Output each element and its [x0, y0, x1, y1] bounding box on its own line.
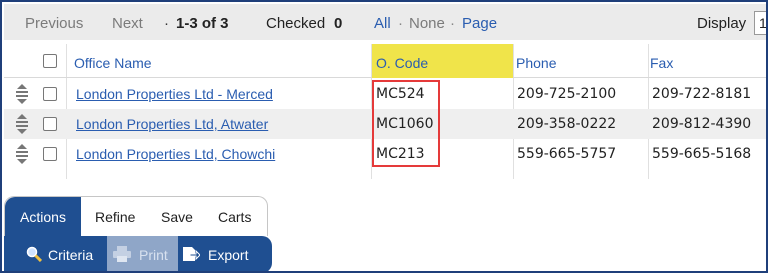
column-header-office-name[interactable]: Office Name: [74, 44, 152, 78]
office-name-link[interactable]: London Properties Ltd - Merced: [76, 86, 273, 102]
table-header: Office Name O. Code Phone Fax: [4, 44, 766, 78]
results-panel: Previous Next · 1-3 of 3 Checked 0 All ·…: [0, 0, 768, 273]
column-header-fax[interactable]: Fax: [649, 44, 673, 78]
next-link[interactable]: Next: [112, 15, 143, 32]
printer-icon: [113, 246, 131, 262]
print-button[interactable]: Print: [107, 236, 178, 271]
row-checkbox[interactable]: [43, 87, 57, 101]
result-range: 1-3 of 3: [176, 15, 229, 32]
action-tabs: Actions Refine Save Carts: [4, 196, 268, 237]
tab-actions[interactable]: Actions: [5, 197, 81, 237]
drag-handle-icon[interactable]: [14, 113, 30, 135]
separator-dot: ·: [450, 15, 455, 32]
previous-link[interactable]: Previous: [25, 15, 83, 32]
separator-dot: ·: [398, 15, 403, 32]
check-none-link[interactable]: None: [409, 15, 445, 32]
fax-number: 209-722-8181: [652, 86, 752, 102]
print-label: Print: [139, 247, 168, 263]
phone-number: 209-358-0222: [517, 116, 617, 132]
tab-carts[interactable]: Carts: [218, 197, 251, 237]
export-label: Export: [208, 247, 249, 263]
row-checkbox[interactable]: [43, 117, 57, 131]
drag-handle-icon[interactable]: [14, 143, 30, 165]
code-highlight-box: [372, 80, 440, 167]
separator-dot: ·: [164, 15, 169, 32]
column-header-phone[interactable]: Phone: [514, 44, 556, 78]
check-page-link[interactable]: Page: [462, 15, 497, 32]
tab-refine[interactable]: Refine: [95, 197, 135, 237]
magnifier-icon: [26, 246, 42, 262]
export-icon: [183, 247, 200, 261]
fax-number: 559-665-5168: [652, 146, 752, 162]
display-count-select[interactable]: 1: [754, 11, 766, 35]
checked-label: Checked: [266, 15, 326, 32]
display-label: Display: [697, 15, 747, 32]
fax-number: 209-812-4390: [652, 116, 752, 132]
action-toolbar: Criteria Print Export: [4, 236, 272, 271]
drag-handle-icon[interactable]: [14, 83, 30, 105]
pager-bar: Previous Next · 1-3 of 3 Checked 0 All ·…: [4, 4, 766, 40]
select-all-checkbox[interactable]: [43, 54, 57, 68]
office-name-link[interactable]: London Properties Ltd, Chowchi: [76, 146, 275, 162]
phone-number: 209-725-2100: [517, 86, 617, 102]
checked-count: 0: [334, 15, 343, 32]
tab-save[interactable]: Save: [161, 197, 193, 237]
criteria-label: Criteria: [48, 247, 94, 263]
row-checkbox[interactable]: [43, 147, 57, 161]
office-name-link[interactable]: London Properties Ltd, Atwater: [76, 116, 268, 132]
column-header-office-code[interactable]: O. Code: [372, 44, 513, 78]
check-all-link[interactable]: All: [374, 15, 391, 32]
phone-number: 559-665-5757: [517, 146, 617, 162]
